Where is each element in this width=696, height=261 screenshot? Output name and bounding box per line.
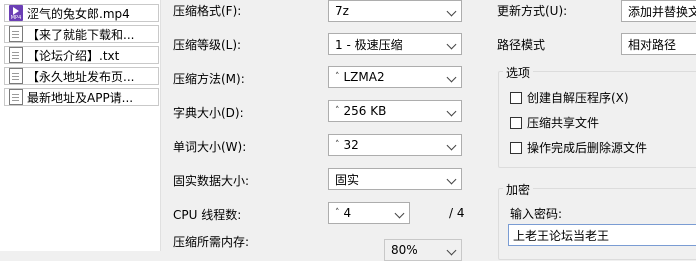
- dict-value: 256 KB: [343, 104, 387, 118]
- chevron-down-icon: [446, 6, 457, 17]
- format-value: 7z: [335, 4, 349, 18]
- level-value: 1 - 极速压缩: [335, 37, 403, 52]
- method-label: 压缩方法(M):: [173, 72, 245, 86]
- chevron-down-icon: [446, 72, 457, 83]
- chevron-down-icon: [446, 106, 457, 117]
- file-name: 【论坛介绍】.txt: [27, 48, 120, 63]
- panel-divider: [160, 0, 161, 251]
- chevron-down-icon: [446, 174, 457, 185]
- level-select[interactable]: 1 - 极速压缩: [328, 33, 462, 55]
- format-label: 压缩格式(F):: [173, 4, 242, 18]
- memory-select[interactable]: 80%: [384, 239, 462, 261]
- level-label: 压缩等级(L):: [173, 38, 242, 52]
- file-item[interactable]: 【来了就能下载和...: [4, 25, 159, 43]
- dict-label: 字典大小(D):: [173, 106, 244, 120]
- file-name: 涩气的兔女郎.mp4: [27, 6, 130, 21]
- file-name: 【来了就能下载和...: [27, 27, 135, 42]
- caret-up-icon: ˄: [335, 72, 340, 82]
- shared-files-checkbox-label: 压缩共享文件: [527, 116, 600, 130]
- file-item[interactable]: 【论坛介绍】.txt: [4, 46, 159, 64]
- encryption-title: 加密: [503, 181, 534, 198]
- password-input[interactable]: 上老王论坛当老王: [508, 224, 696, 246]
- word-label: 单词大小(W):: [173, 140, 247, 154]
- memory-value: 80%: [391, 243, 418, 257]
- checkbox-box[interactable]: [510, 91, 522, 104]
- checkbox-box[interactable]: [510, 116, 522, 129]
- sfx-checkbox-label: 创建自解压程序(X): [527, 91, 629, 105]
- caret-up-icon: ˄: [335, 106, 340, 116]
- threads-total: / 4: [449, 206, 465, 220]
- document-icon: [9, 68, 23, 84]
- chevron-down-icon: [394, 208, 405, 219]
- threads-label: CPU 线程数:: [173, 208, 242, 222]
- delete-after-checkbox-label: 操作完成后删除源文件: [527, 141, 648, 155]
- method-value: LZMA2: [343, 70, 385, 84]
- document-icon: [9, 89, 23, 105]
- solid-select[interactable]: 固实: [328, 168, 462, 190]
- path-select[interactable]: 相对路径: [621, 33, 696, 55]
- password-label: 输入密码:: [510, 207, 563, 221]
- document-icon: [9, 47, 23, 63]
- options-title: 选项: [503, 64, 534, 81]
- update-select[interactable]: 添加并替换文: [621, 0, 696, 22]
- document-icon: [9, 26, 23, 42]
- mp4-icon-text: MP4: [10, 15, 22, 21]
- sfx-checkbox[interactable]: 创建自解压程序(X): [510, 89, 629, 106]
- format-select[interactable]: 7z: [328, 0, 462, 22]
- mp4-file-icon: MP4: [9, 5, 23, 21]
- delete-after-checkbox[interactable]: 操作完成后删除源文件: [510, 139, 647, 156]
- file-name: 最新地址及APP请...: [27, 90, 134, 105]
- word-value: 32: [343, 138, 359, 152]
- file-item[interactable]: 最新地址及APP请...: [4, 88, 159, 106]
- method-select[interactable]: ˄ LZMA2: [328, 66, 462, 88]
- threads-select[interactable]: ˄ 4: [328, 202, 410, 224]
- chevron-down-icon: [446, 39, 457, 50]
- path-value: 相对路径: [628, 37, 677, 52]
- solid-value: 固实: [335, 172, 360, 187]
- caret-up-icon: ˄: [335, 140, 340, 150]
- file-item[interactable]: MP4 涩气的兔女郎.mp4: [4, 4, 159, 22]
- threads-value: 4: [343, 206, 352, 220]
- memory-label: 压缩所需内存:: [173, 235, 250, 249]
- checkbox-box[interactable]: [510, 141, 522, 154]
- path-label: 路径模式: [497, 38, 546, 52]
- dict-select[interactable]: ˄ 256 KB: [328, 100, 462, 122]
- password-value: 上老王论坛当老王: [513, 228, 610, 243]
- file-list: MP4 涩气的兔女郎.mp4 【来了就能下载和... 【论坛介绍】.txt 【永…: [0, 0, 160, 251]
- file-item[interactable]: 【永久地址发布页...: [4, 67, 159, 85]
- word-select[interactable]: ˄ 32: [328, 134, 462, 156]
- chevron-down-icon: [446, 140, 457, 151]
- caret-up-icon: ˄: [335, 208, 340, 218]
- update-value: 添加并替换文: [628, 4, 696, 19]
- file-name: 【永久地址发布页...: [27, 69, 135, 84]
- shared-files-checkbox[interactable]: 压缩共享文件: [510, 114, 599, 131]
- update-label: 更新方式(U):: [497, 4, 568, 18]
- solid-label: 固实数据大小:: [173, 174, 250, 188]
